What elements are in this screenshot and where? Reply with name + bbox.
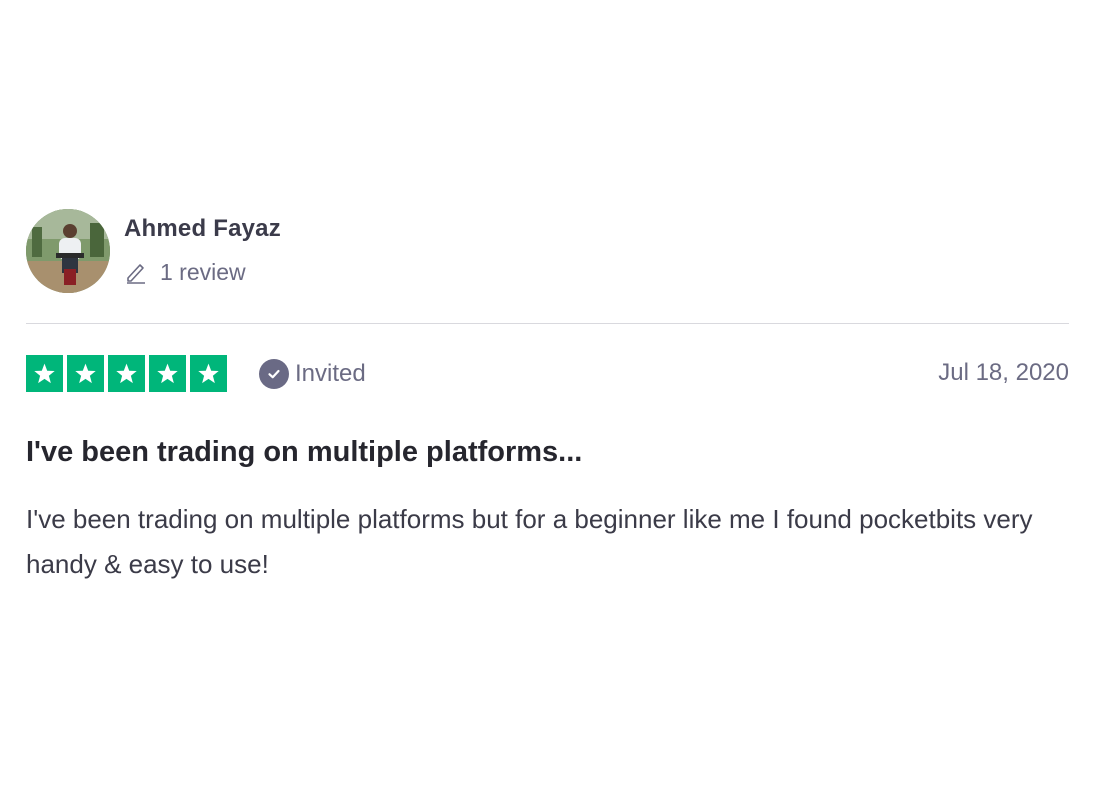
avatar[interactable] [26,209,110,293]
reviewer-meta: Ahmed Fayaz 1 review [124,209,281,285]
invited-label: Invited [295,360,366,387]
check-circle-icon [259,359,289,389]
review-count-label: 1 review [160,259,246,285]
review-count-row: 1 review [124,259,281,285]
rating-row: Invited Jul 18, 2020 [26,355,1069,393]
pencil-icon [124,260,148,284]
divider [26,323,1069,324]
review-card: Ahmed Fayaz 1 review Invited Jul 18, 202… [26,209,1069,579]
invited-badge[interactable]: Invited [259,357,366,391]
reviewer-name[interactable]: Ahmed Fayaz [124,215,281,243]
star-rating [26,355,227,392]
star-icon [190,355,227,392]
avatar-photo-icon [26,209,110,293]
star-icon [149,355,186,392]
star-icon [67,355,104,392]
star-icon [108,355,145,392]
review-date: Jul 18, 2020 [938,359,1069,386]
review-title[interactable]: I've been trading on multiple platforms.… [26,435,1069,469]
star-icon [26,355,63,392]
review-body: I've been trading on multiple platforms … [26,504,1033,579]
reviewer-header: Ahmed Fayaz 1 review [26,209,1069,295]
